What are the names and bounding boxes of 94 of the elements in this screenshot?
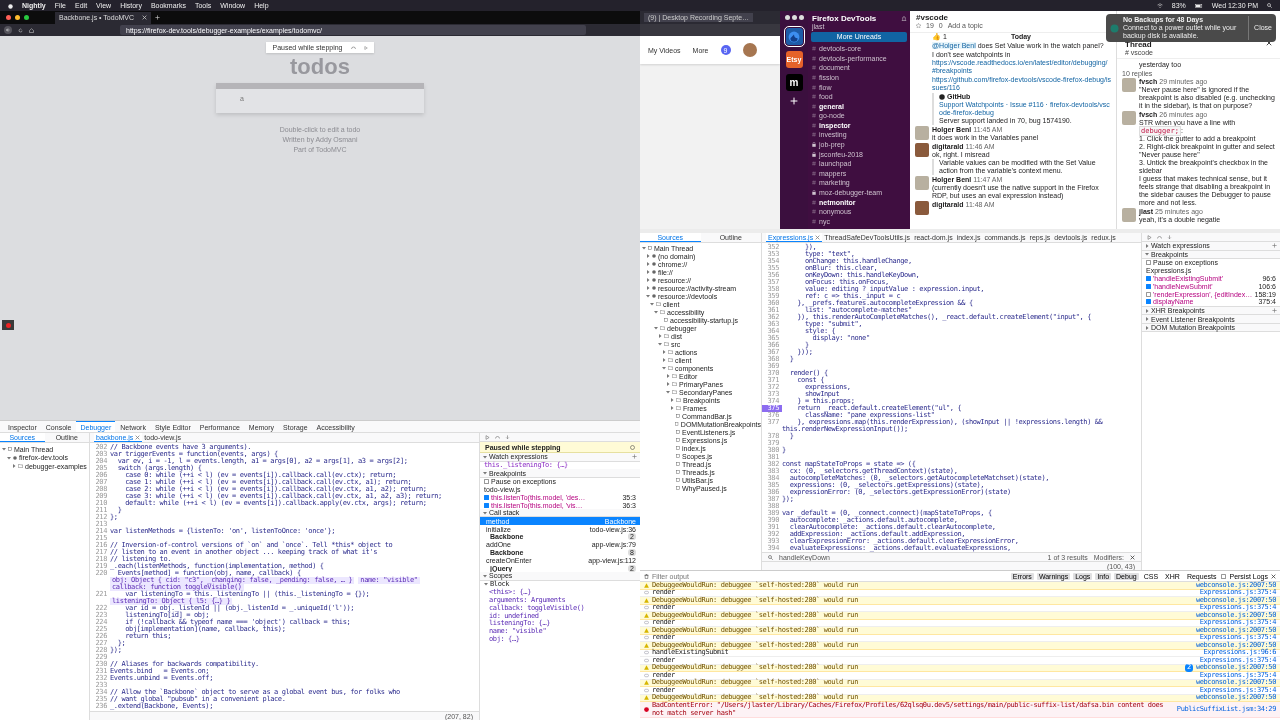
lock-icon <box>812 189 816 195</box>
avatar <box>915 201 929 215</box>
search-icon[interactable] <box>1267 3 1272 8</box>
fox-logo-icon <box>788 30 800 43</box>
hash-icon <box>812 161 816 167</box>
hash-icon <box>812 84 816 90</box>
expanded-arrow-icon[interactable] <box>654 326 658 330</box>
step-in-icon[interactable] <box>505 434 510 440</box>
hash-icon <box>812 218 816 224</box>
warning-icon <box>644 642 649 648</box>
window-icon <box>648 246 652 250</box>
home-icon[interactable] <box>29 27 34 33</box>
trash-icon[interactable] <box>644 573 649 579</box>
checkbox[interactable] <box>1146 276 1151 281</box>
hash-icon <box>812 94 816 100</box>
app-heading: todos <box>290 55 350 79</box>
hash-icon <box>812 103 816 109</box>
step-in-icon[interactable] <box>1167 234 1172 240</box>
bell-icon[interactable] <box>901 15 907 22</box>
workspace-button[interactable] <box>785 28 803 45</box>
expanded-arrow-icon[interactable] <box>642 246 646 250</box>
close-icon[interactable] <box>1271 573 1276 579</box>
log-icon <box>644 605 649 611</box>
warning-icon <box>644 680 649 686</box>
window-icon <box>8 447 12 452</box>
lock-icon <box>812 142 816 148</box>
expanded-arrow-icon[interactable] <box>658 342 662 346</box>
log-icon <box>644 672 649 678</box>
star-icon[interactable] <box>916 23 921 28</box>
step-over-icon[interactable] <box>350 45 356 50</box>
collapsed-arrow-icon[interactable] <box>12 464 16 469</box>
reload-icon[interactable] <box>18 27 23 33</box>
hash-icon <box>812 170 816 176</box>
warning-icon <box>644 612 649 618</box>
resume-icon[interactable] <box>485 434 490 440</box>
checkbox[interactable] <box>484 479 489 485</box>
checkbox[interactable] <box>1146 291 1151 297</box>
avatar <box>915 126 929 140</box>
hash-icon <box>812 75 816 80</box>
record-indicator[interactable] <box>2 320 14 330</box>
info-icon[interactable] <box>630 444 635 450</box>
hash-icon <box>812 199 816 205</box>
resume-icon[interactable] <box>1147 234 1152 240</box>
checkbox[interactable] <box>484 502 489 508</box>
collapsed-arrow-icon[interactable] <box>1145 243 1149 248</box>
hash-icon <box>812 180 816 186</box>
close-icon[interactable] <box>1130 554 1135 560</box>
channel-title: #vscode <box>916 13 950 22</box>
wifi-icon[interactable] <box>1156 3 1163 8</box>
apple-icon[interactable] <box>8 2 13 9</box>
hash-icon <box>812 65 816 71</box>
search-icon <box>768 554 773 560</box>
avatar[interactable] <box>742 43 757 57</box>
hash-icon <box>812 132 816 138</box>
log-icon <box>644 590 649 596</box>
add-icon[interactable] <box>155 15 161 20</box>
checkbox[interactable] <box>1146 299 1151 305</box>
log-icon <box>644 635 649 641</box>
workspace-name[interactable]: Firefox DevTools <box>808 14 881 23</box>
thread-title: Thread <box>1125 40 1153 49</box>
avatar <box>915 143 929 157</box>
back-icon[interactable] <box>4 26 12 34</box>
expanded-arrow-icon[interactable] <box>666 390 670 394</box>
folder-icon <box>18 464 23 469</box>
warning-icon <box>644 695 649 701</box>
warning-icon <box>644 597 649 603</box>
avatar <box>1122 111 1136 126</box>
hash-icon <box>812 55 816 61</box>
warning-icon <box>644 627 649 633</box>
checkbox[interactable] <box>1221 573 1227 579</box>
hash-icon <box>812 209 816 215</box>
avatar <box>915 176 929 190</box>
globe-icon <box>13 455 17 460</box>
hash-icon <box>812 113 816 119</box>
checkbox[interactable] <box>1146 283 1151 289</box>
log-icon <box>644 687 649 693</box>
lock-icon <box>812 151 816 157</box>
battery-icon[interactable] <box>1194 3 1203 8</box>
hash-icon <box>812 122 816 128</box>
avatar <box>1122 208 1136 223</box>
warning-icon <box>644 665 649 671</box>
octocat-icon <box>939 94 945 100</box>
hash-icon <box>812 46 816 52</box>
collapsed-arrow-icon[interactable] <box>658 334 662 338</box>
workspace-button[interactable]: m <box>785 74 803 91</box>
expanded-arrow-icon[interactable] <box>662 366 666 370</box>
file-icon <box>664 318 668 322</box>
backup-icon <box>1110 23 1119 33</box>
error-icon <box>644 707 649 712</box>
checkbox[interactable] <box>1146 260 1151 266</box>
checkbox[interactable] <box>484 494 489 500</box>
log-icon <box>644 620 649 626</box>
avatar <box>1122 78 1136 93</box>
warning-icon <box>644 582 649 588</box>
